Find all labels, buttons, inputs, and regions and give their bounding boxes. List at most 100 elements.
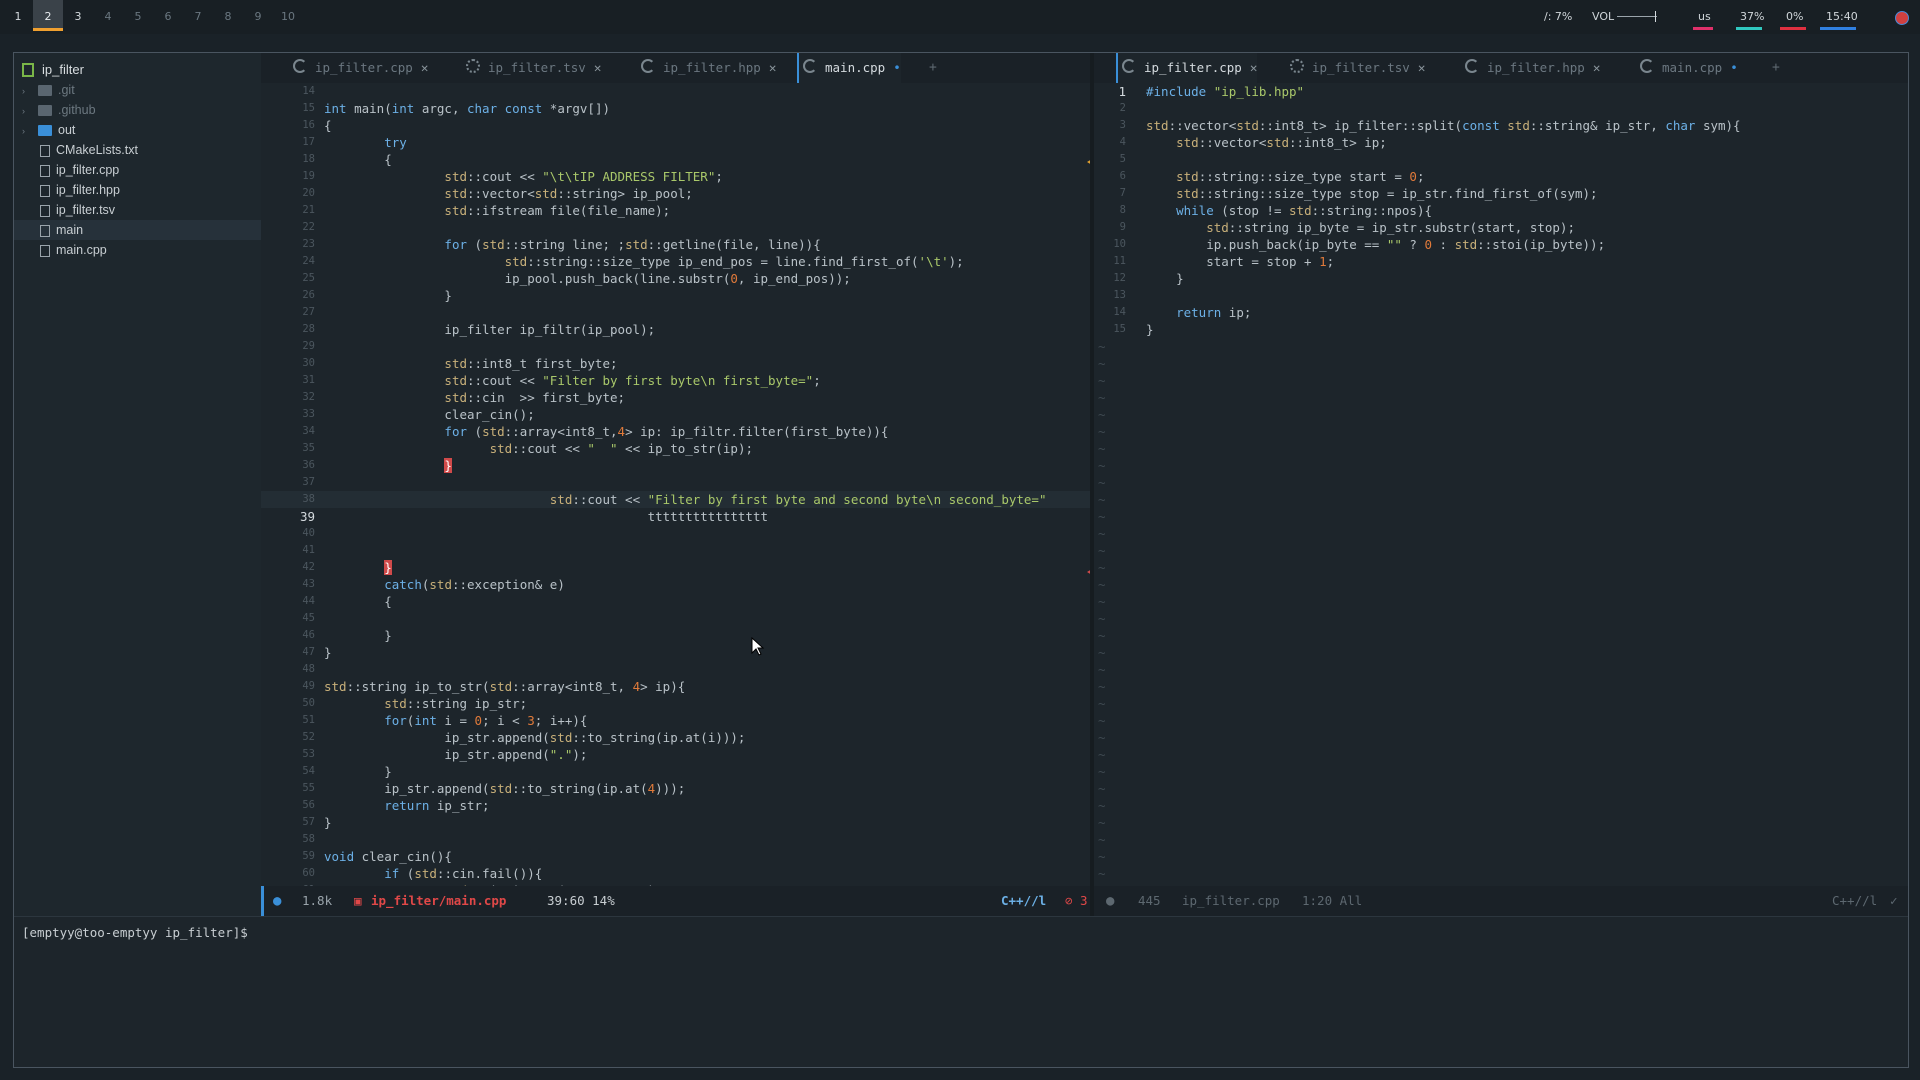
empty-line-marker: ~ [1098, 424, 1106, 439]
line-number: 7 [1119, 187, 1126, 199]
sidebar-item[interactable]: main.cpp [40, 240, 107, 260]
volume-knob[interactable] [1655, 11, 1656, 22]
close-icon[interactable]: ✕ [594, 60, 602, 75]
close-icon[interactable]: ✕ [1250, 60, 1258, 75]
cpp-file-icon [1122, 59, 1136, 73]
folder-icon [38, 125, 52, 137]
file-tree-sidebar: ip_filter › .git › .github › out CMakeLists.tx… [14, 53, 261, 916]
code-line: ip_pool.push_back(line.substr(0, ip_end_… [324, 271, 851, 286]
new-tab-button[interactable]: + [929, 53, 937, 83]
empty-line-marker: ~ [1098, 662, 1106, 677]
file-icon [40, 244, 50, 257]
modified-dot-icon[interactable]: • [893, 60, 901, 75]
code-line: { [324, 118, 332, 133]
line-number: 24 [302, 255, 315, 267]
major-mode-right[interactable]: C++//l [1832, 886, 1877, 916]
empty-line-marker: ~ [1098, 611, 1106, 626]
tab-ip_filter-tsv[interactable]: ip_filter.tsv ✕ [1290, 53, 1425, 83]
line-number: 44 [302, 595, 315, 607]
sidebar-item[interactable]: › .git [22, 80, 75, 100]
line-number: 11 [1113, 255, 1126, 267]
line-number: 34 [302, 425, 315, 437]
tab-main-cpp[interactable]: main.cpp • [1640, 53, 1738, 83]
line-number: 50 [302, 697, 315, 709]
sidebar-item[interactable]: ip_filter.cpp [40, 160, 119, 180]
code-line: std::int8_t first_byte; [444, 356, 618, 371]
empty-line-marker: ~ [1098, 832, 1106, 847]
chevron-right-icon[interactable]: › [22, 81, 32, 101]
line-number: 31 [302, 374, 315, 386]
code-area-left[interactable]: 14 15 int main(int argc, char const *argv[… [261, 83, 1090, 886]
major-mode[interactable]: C++//l [1001, 886, 1046, 916]
sidebar-item[interactable]: ip_filter.hpp [40, 180, 120, 200]
close-icon[interactable]: ✕ [1593, 60, 1601, 75]
tab-ip_filter-cpp[interactable]: ip_filter.cpp ✕ [293, 53, 428, 83]
workspace-5[interactable]: 5 [123, 0, 153, 31]
workspace-3[interactable]: 3 [63, 0, 93, 31]
code-area-right[interactable]: 1 #include "ip_lib.hpp" 2 3 std::vector<std:… [1094, 83, 1908, 886]
workspace-2[interactable]: 2 [33, 0, 63, 31]
empty-line-marker: ~ [1098, 441, 1106, 456]
code-line: while (stop != std::string::npos){ [1176, 203, 1433, 218]
code-line: } [324, 288, 452, 303]
chevron-right-icon[interactable]: › [22, 101, 32, 121]
error-count[interactable]: 3 [1080, 886, 1088, 916]
workspace-1[interactable]: 1 [3, 0, 33, 31]
line-number: 12 [1113, 272, 1126, 284]
active-pane-indicator [261, 886, 264, 916]
sidebar-item[interactable]: CMakeLists.txt [40, 140, 138, 160]
workspace-4[interactable]: 4 [93, 0, 123, 31]
workspace-7[interactable]: 7 [183, 0, 213, 31]
close-icon[interactable]: ✕ [421, 60, 429, 75]
terminal-panel[interactable]: [emptyy@too-emptyy ip_filter]$ [14, 916, 1908, 1067]
keyboard-underline [1693, 27, 1713, 30]
clock-underline [1820, 27, 1856, 30]
buffer-path: ip_filter/main.cpp [371, 893, 507, 908]
tab-main-cpp[interactable]: main.cpp • [797, 53, 901, 83]
empty-line-marker: ~ [1098, 798, 1106, 813]
tab-ip_filter-tsv[interactable]: ip_filter.tsv ✕ [466, 53, 601, 83]
tab-label: ip_filter.cpp [1144, 60, 1242, 75]
code-line: std::cout << "Filter by first byte and s… [549, 492, 1047, 507]
tab-label: main.cpp [1662, 60, 1723, 75]
sidebar-item[interactable]: › out [22, 120, 75, 140]
tab-ip_filter-hpp[interactable]: ip_filter.hpp ✕ [1465, 53, 1600, 83]
sidebar-item[interactable]: › .github [22, 100, 96, 120]
file-icon [40, 184, 50, 197]
close-icon[interactable]: ✕ [1418, 60, 1426, 75]
sidebar-item[interactable]: ip_filter.tsv [40, 200, 115, 220]
project-root[interactable]: ip_filter [22, 60, 84, 80]
workspace-9[interactable]: 9 [243, 0, 273, 31]
sidebar-item[interactable]: main [14, 220, 261, 240]
empty-line-marker: ~ [1098, 764, 1106, 779]
modified-dot-icon[interactable]: • [1730, 60, 1738, 75]
new-tab-button[interactable]: + [1772, 53, 1780, 83]
empty-line-marker: ~ [1098, 373, 1106, 388]
code-line: } [324, 815, 332, 830]
error-count-icon[interactable]: ⊘ [1065, 886, 1073, 916]
chevron-right-icon[interactable]: › [22, 121, 32, 141]
tab-ip_filter-hpp[interactable]: ip_filter.hpp ✕ [641, 53, 776, 83]
code-line: std::vector<std::int8_t> ip_filter::spli… [1146, 118, 1741, 133]
line-number: 49 [302, 680, 315, 692]
line-number: 39 [299, 509, 315, 524]
tray-app-icon[interactable] [1895, 11, 1909, 25]
folder-icon [38, 105, 52, 117]
workspace-6[interactable]: 6 [153, 0, 183, 31]
tab-ip_filter-cpp[interactable]: ip_filter.cpp ✕ [1116, 53, 1258, 83]
line-number: 28 [302, 323, 315, 335]
line-number: 16 [302, 119, 315, 131]
line-number: 1 [1118, 84, 1126, 99]
gear-icon [1290, 59, 1304, 73]
line-number: 32 [302, 391, 315, 403]
empty-line-marker: ~ [1098, 594, 1106, 609]
checkmark-icon: ✓ [1890, 893, 1898, 908]
code-line: catch(std::exception& e) [384, 577, 565, 592]
empty-line-marker: ~ [1098, 679, 1106, 694]
volume-slider[interactable] [1617, 16, 1657, 17]
tab-label: ip_filter.tsv [488, 60, 586, 75]
workspace-10[interactable]: 10 [273, 0, 303, 31]
line-number: 37 [302, 476, 315, 488]
workspace-8[interactable]: 8 [213, 0, 243, 31]
close-icon[interactable]: ✕ [769, 60, 777, 75]
